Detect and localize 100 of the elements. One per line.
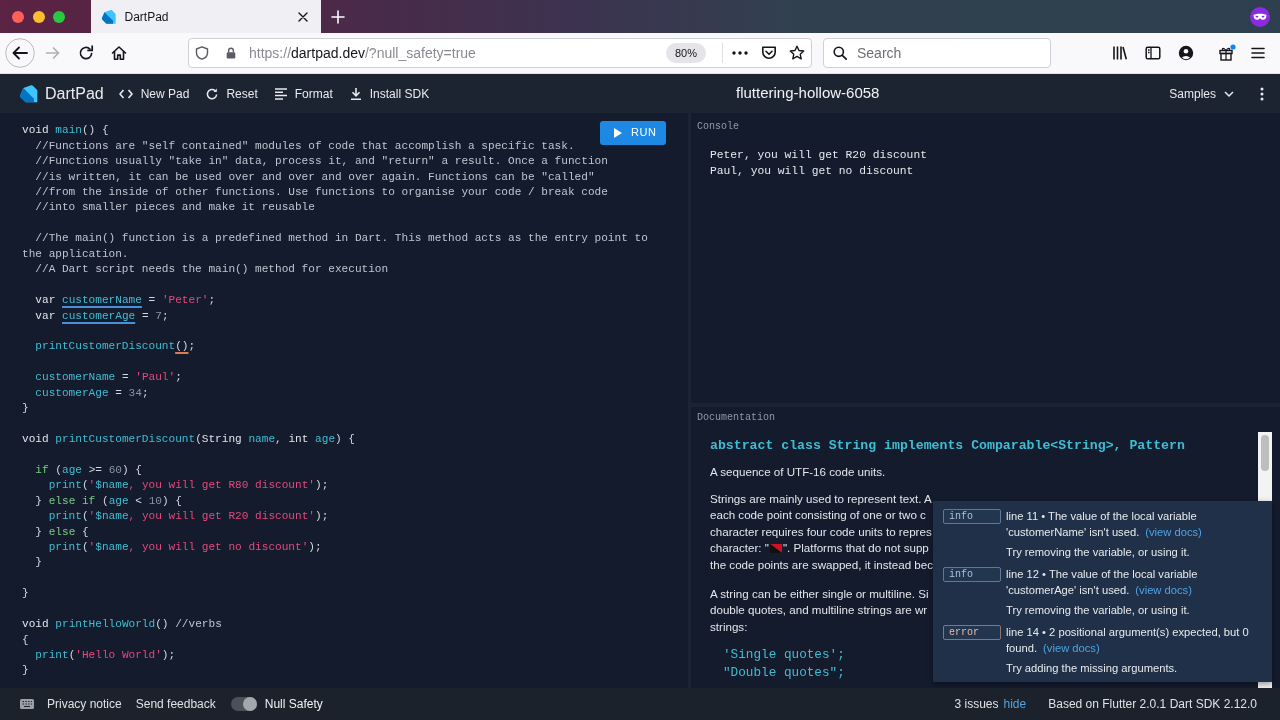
- doc-code-line: "Double quotes";: [723, 664, 845, 683]
- code-identifier: customerAge: [35, 386, 109, 399]
- doc-text: each code point consisting of one or two c: [710, 507, 926, 524]
- code-punctuation: (): [175, 340, 189, 353]
- window-minimize-button[interactable]: [32, 10, 45, 23]
- library-icon[interactable]: [1112, 45, 1128, 61]
- severity-badge: error: [943, 625, 1001, 640]
- severity-badge: info: [943, 567, 1001, 582]
- app-name: DartPad: [45, 83, 104, 104]
- chevron-shield-icon[interactable]: [761, 45, 777, 61]
- doc-heading: abstract class String implements Comparable<String>, Pattern: [710, 437, 1185, 455]
- doc-text: A sequence of UTF-16 code units.: [710, 464, 886, 480]
- view-docs-link[interactable]: (view docs): [1043, 642, 1100, 654]
- run-button[interactable]: RUN: [600, 121, 666, 145]
- samples-dropdown[interactable]: Samples: [1169, 84, 1234, 103]
- code-punctuation: );: [161, 649, 176, 662]
- code-keyword: String: [201, 432, 242, 445]
- code-keyword: var: [35, 309, 56, 322]
- account-icon[interactable]: [1178, 45, 1194, 61]
- code-string: 'Paul': [135, 371, 176, 384]
- lock-icon[interactable]: [225, 47, 237, 59]
- window-close-button[interactable]: [12, 10, 24, 23]
- code-punctuation: }: [35, 494, 42, 507]
- code-punctuation: }: [35, 525, 42, 538]
- code-keyword: else: [48, 525, 76, 538]
- code-punctuation: =: [148, 294, 156, 307]
- menu-icon[interactable]: [1250, 45, 1266, 61]
- code-comment: //Functions are "self contained" modules of code that accomplish a specific task.: [35, 139, 575, 152]
- code-identifier: $name: [95, 510, 129, 523]
- shield-icon[interactable]: [195, 46, 209, 60]
- console-output-line: Peter, you will get R20 discount: [710, 148, 927, 163]
- home-icon[interactable]: [111, 45, 127, 61]
- new-pad-button[interactable]: New Pad: [118, 84, 190, 103]
- issue-message: line 12 • The value of the local variable 'customerAge' isn't used. (view docs): [1006, 567, 1199, 598]
- code-keyword: var: [35, 294, 56, 307]
- code-punctuation: }: [35, 556, 42, 569]
- code-punctuation: (): [155, 618, 169, 631]
- reload-icon[interactable]: [78, 45, 94, 61]
- code-identifier: age: [108, 494, 129, 507]
- code-punctuation: (: [101, 494, 109, 507]
- panel-label: Documentation: [697, 411, 775, 425]
- doc-text: double quotes, and multiline strings are wr: [710, 602, 928, 619]
- search-icon: [833, 46, 847, 60]
- code-string: ': [88, 510, 96, 523]
- flag-icon: [769, 544, 782, 554]
- code-identifier: printHelloWorld: [55, 618, 156, 631]
- code-punctuation: ;: [208, 294, 216, 307]
- null-safety-switch[interactable]: [230, 697, 257, 711]
- code-punctuation: {: [22, 633, 29, 646]
- view-docs-link[interactable]: (view docs): [1145, 526, 1202, 538]
- code-comment: //from the inside of other functions. Use functions to organise your code / break code: [35, 186, 608, 199]
- code-punctuation: <: [135, 494, 142, 507]
- code-identifier: age: [315, 432, 336, 445]
- hide-issues-link[interactable]: hide: [1003, 695, 1027, 713]
- code-comment: //Functions usually "take in" data, process it, and "return" a result. Once a function: [35, 155, 608, 168]
- code-keyword: if: [35, 463, 49, 476]
- url-text[interactable]: https://dartpad.dev/?null_safety=true: [249, 42, 476, 64]
- caret-icon: [1224, 88, 1234, 99]
- code-punctuation: (: [81, 510, 89, 523]
- code-string: 'Hello World': [75, 649, 162, 662]
- sidebar-icon[interactable]: [1145, 45, 1161, 61]
- code-identifier: customerName: [35, 371, 116, 384]
- issue-message: line 14 • 2 positional argument(s) expected, but 0 found. (view docs): [1006, 625, 1250, 656]
- code-identifier: main: [55, 124, 82, 137]
- code-punctuation: ) {: [122, 463, 142, 476]
- star-icon[interactable]: [789, 45, 805, 61]
- doc-text: ". Platforms that do not supp: [782, 540, 929, 557]
- pad-title: fluttering-hollow-6058: [736, 83, 880, 104]
- issue-fix-hint: Try removing the variable, or using it.: [1006, 603, 1190, 618]
- new-tab-icon[interactable]: [330, 9, 345, 24]
- code-punctuation: );: [315, 479, 329, 492]
- sdk-version-text: Based on Flutter 2.0.1 Dart SDK 2.12.0: [1048, 696, 1257, 713]
- zoom-level-button[interactable]: 80%: [665, 42, 706, 64]
- scrollbar-thumb[interactable]: [1261, 435, 1269, 471]
- code-punctuation: {: [82, 525, 89, 538]
- code-string: , you will get R80 discount': [128, 479, 315, 492]
- code-identifier: customerName: [62, 294, 142, 307]
- code-identifier: customerAge: [62, 309, 136, 322]
- keyboard-icon[interactable]: [20, 699, 34, 709]
- format-button[interactable]: Format: [274, 84, 333, 103]
- search-field[interactable]: Search: [823, 38, 1051, 68]
- issue-fix-hint: Try removing the variable, or using it.: [1006, 545, 1190, 560]
- code-punctuation: }: [22, 587, 29, 600]
- code-punctuation: (: [81, 541, 89, 553]
- panel-label: Console: [697, 120, 739, 134]
- send-feedback-link[interactable]: Send feedback: [135, 695, 216, 713]
- code-identifier: print: [48, 541, 82, 553]
- close-tab-icon[interactable]: [297, 11, 308, 22]
- install-sdk-button[interactable]: Install SDK: [349, 84, 430, 103]
- doc-text: character: ": [710, 540, 769, 557]
- gift-icon[interactable]: [1218, 44, 1236, 62]
- code-identifier: age: [62, 463, 82, 476]
- window-zoom-button[interactable]: [53, 10, 65, 23]
- reset-button[interactable]: Reset: [206, 84, 258, 103]
- view-docs-link[interactable]: (view docs): [1135, 584, 1192, 596]
- browser-tab[interactable]: DartPad: [90, 0, 321, 33]
- code-number: 60: [108, 463, 122, 476]
- privacy-notice-link[interactable]: Privacy notice: [47, 695, 122, 713]
- address-bar[interactable]: https://dartpad.dev/?null_safety=true 80%: [188, 38, 812, 68]
- more-vertical-icon[interactable]: [1260, 86, 1264, 101]
